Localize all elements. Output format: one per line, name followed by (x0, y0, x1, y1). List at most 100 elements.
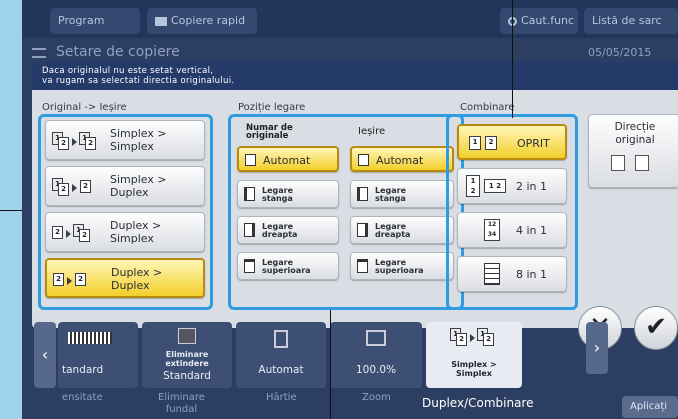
output-auto-button[interactable]: Automat (350, 146, 454, 172)
quick-copy-button[interactable]: Copiere rapid (147, 8, 257, 34)
output-top-binding-button[interactable]: Legare superioara (350, 252, 454, 280)
chevron-right-icon: › (593, 338, 601, 357)
option-line-1: Duplex > (111, 266, 163, 279)
background-removal-icon (178, 328, 196, 344)
scroll-right-button[interactable]: › (586, 322, 608, 374)
combine-2in1-button[interactable]: 12 1 2 2 in 1 (457, 168, 567, 204)
ok-button[interactable]: ✔ (634, 306, 678, 350)
top-binding-icon (244, 259, 255, 273)
duplex-combine-tile[interactable]: 12 12 Simplex > Simplex (426, 322, 522, 388)
combine-2in1-label: 2 in 1 (516, 180, 548, 193)
page-title: Setare de copiere (56, 44, 180, 60)
corner-icon (358, 154, 369, 166)
duplex-combine-caption: Duplex/Combinare (422, 396, 534, 410)
warning-banner: Daca originalul nu este setat vertical, … (32, 62, 678, 90)
originals-header-line-2: originale (246, 131, 289, 141)
zoom-value: 100.0% (355, 364, 397, 376)
output-left-binding-button[interactable]: Legare stanga (350, 180, 454, 208)
menu-icon[interactable] (32, 48, 46, 58)
originals-left-binding-button[interactable]: Legare stanga (237, 180, 339, 208)
job-list-button[interactable]: Listă de sarc (584, 8, 678, 34)
combine-4in1-button[interactable]: 12 34 4 in 1 (457, 212, 567, 248)
option-duplex-duplex[interactable]: 2 2 Duplex > Duplex (45, 258, 205, 298)
top-binding-icon (357, 259, 368, 273)
combine-8in1-label: 8 in 1 (516, 268, 548, 281)
chevron-left-icon: ‹ (41, 345, 49, 364)
output-right-binding-button[interactable]: Legare dreapta (350, 216, 454, 244)
job-list-label: Listă de sarc (592, 14, 662, 27)
eight-in-one-icon (484, 263, 500, 285)
landscape-orientation-icon (635, 155, 649, 171)
option-line-1: Duplex > (110, 219, 162, 232)
zoom-tile[interactable]: 100.0% (330, 322, 422, 388)
option-line-1: Simplex > (110, 173, 167, 186)
binding-position-label: Poziție legare (238, 102, 306, 113)
option-simplex-simplex[interactable]: 12 12 Simplex > Simplex (45, 120, 205, 160)
original-output-label: Original -> Ieșire (42, 102, 127, 113)
top-bar: Program Copiere rapid Caut.func Listă de… (22, 0, 678, 38)
program-button[interactable]: Program (50, 8, 140, 34)
left-binding-icon (244, 187, 255, 201)
background-caption: Eliminare fundal (158, 392, 205, 416)
background-removal-tile[interactable]: Eliminare extindere Standard (142, 322, 232, 388)
zoom-caption: Zoom (362, 392, 391, 403)
binding-line-2: stanga (262, 194, 293, 203)
callout-line-top (512, 0, 513, 118)
bg-line-1: Eliminare (165, 350, 209, 359)
program-label: Program (58, 14, 105, 27)
right-binding-icon (357, 223, 368, 237)
binding-line-2: dreapta (375, 230, 411, 239)
duplex-combine-dialog: Daca originalul nu este setat vertical, … (32, 62, 678, 328)
originals-auto-label: Automat (263, 154, 311, 167)
paper-icon (274, 330, 288, 348)
device-screen: Program Copiere rapid Caut.func Listă de… (22, 0, 678, 419)
density-bar-icon (68, 332, 112, 344)
option-duplex-simplex[interactable]: 2 12 Duplex > Simplex (45, 212, 205, 252)
binding-position-group (228, 114, 464, 310)
output-header: Ieșire (358, 126, 386, 137)
originals-auto-button[interactable]: Automat (237, 146, 339, 172)
binding-line-2: dreapta (262, 230, 298, 239)
check-icon: ✔ (645, 312, 667, 342)
bg-value: Standard (163, 370, 211, 382)
option-simplex-duplex[interactable]: 12 2 Simplex > Duplex (45, 166, 205, 206)
option-line-2: Duplex (110, 186, 149, 199)
combine-4in1-label: 4 in 1 (516, 224, 548, 237)
option-line-2: Duplex (111, 279, 150, 292)
right-binding-icon (244, 223, 255, 237)
search-function-label: Caut.func (521, 14, 575, 27)
bg-caption-line-2: fundal (165, 404, 198, 415)
corner-icon (245, 154, 256, 166)
portrait-orientation-icon (611, 155, 625, 171)
originals-top-binding-button[interactable]: Legare superioara (237, 252, 339, 280)
original-direction-button[interactable]: Direcție original (588, 114, 678, 188)
quick-copy-label: Copiere rapid (171, 14, 246, 27)
direction-line-1: Direcție (614, 121, 656, 133)
apply-button[interactable]: Aplicați (622, 396, 678, 418)
apply-label: Aplicați (630, 401, 668, 412)
direction-line-2: original (615, 134, 655, 146)
copy-icon (155, 16, 167, 26)
callout-line-bottom (330, 310, 331, 419)
combine-off-button[interactable]: 1 2 OPRIT (457, 124, 567, 160)
density-tile[interactable]: tandard (58, 322, 138, 388)
left-binding-icon (357, 187, 368, 201)
combine-label: Combinare (460, 102, 515, 113)
output-auto-label: Automat (376, 154, 424, 167)
status-row: Setare de copiere 05/05/2015 (22, 44, 678, 62)
binding-line-2: stanga (375, 194, 406, 203)
duplex-tile-line-1: Simplex > (451, 360, 497, 369)
combine-8in1-button[interactable]: 8 in 1 (457, 256, 567, 292)
originals-right-binding-button[interactable]: Legare dreapta (237, 216, 339, 244)
paper-tile[interactable]: Automat (236, 322, 326, 388)
banner-line-2: va rugam sa selectati directia originalu… (42, 76, 235, 86)
paper-value: Automat (258, 364, 304, 376)
binding-line-2: superioara (375, 266, 424, 275)
bg-caption-line-1: Eliminare (158, 392, 205, 403)
combine-off-label: OPRIT (517, 137, 550, 150)
date-label: 05/05/2015 (588, 46, 652, 59)
callout-line-left (0, 210, 22, 211)
option-line-2: Simplex (110, 232, 154, 245)
density-caption: ensitate (62, 392, 103, 403)
scroll-left-button[interactable]: ‹ (34, 322, 56, 388)
